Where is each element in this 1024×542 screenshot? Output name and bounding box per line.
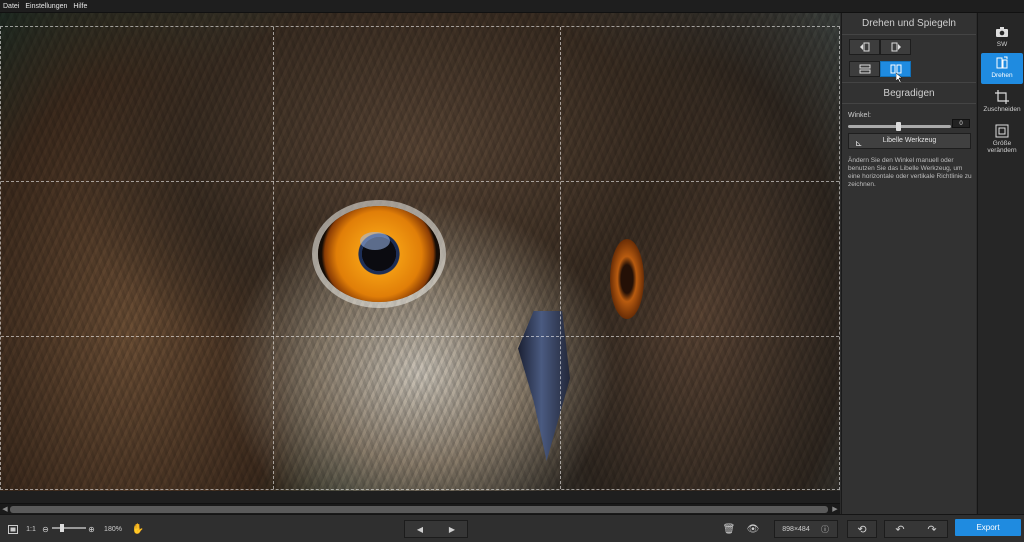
previous-image-icon[interactable]: ◀ — [412, 520, 428, 538]
tool-strip: SW Drehen Zuschneiden Größe verändern — [977, 13, 1024, 514]
menu-help[interactable]: Hilfe — [73, 3, 87, 10]
zoom-in-icon[interactable]: ⊕ — [87, 520, 96, 538]
owl-photo[interactable] — [0, 13, 840, 491]
fit-screen-button[interactable] — [6, 520, 20, 538]
angle-label: Winkel: — [848, 112, 871, 119]
mouse-cursor-icon — [896, 73, 903, 83]
menu-bar: Datei Einstellungen Hilfe — [0, 0, 1024, 13]
rotate-right-button[interactable] — [880, 39, 911, 55]
tool-resize[interactable]: Größe verändern — [981, 123, 1023, 159]
tool-bw-label: SW — [996, 41, 1008, 48]
fit-screen-icon — [8, 524, 18, 534]
next-image-icon[interactable]: ▶ — [444, 520, 460, 538]
tool-crop[interactable]: Zuschneiden — [981, 89, 1023, 119]
crop-icon — [995, 90, 1009, 104]
scroll-thumb[interactable] — [10, 506, 828, 513]
flip-vertical-button[interactable] — [849, 61, 880, 77]
export-button[interactable]: Export — [955, 519, 1021, 536]
straighten-title: Begradigen — [842, 82, 976, 104]
tool-bw[interactable]: SW — [981, 23, 1023, 51]
angle-value-field[interactable]: 0 — [952, 119, 970, 128]
owl-eye — [318, 206, 440, 302]
level-tool-label: Libelle Werkzeug — [882, 137, 937, 144]
tool-rotate[interactable]: Drehen — [981, 53, 1023, 84]
redo-icon[interactable]: ↷ — [924, 520, 940, 538]
owl-eye-far — [610, 239, 644, 319]
scroll-left-arrow-icon[interactable]: ◀ — [1, 505, 9, 514]
info-icon[interactable]: ⓘ — [819, 520, 831, 538]
level-tool-button[interactable]: ⊾ Libelle Werkzeug — [848, 133, 971, 149]
eye-preview-icon[interactable]: 👁 — [745, 520, 761, 538]
rotate-left-button[interactable] — [849, 39, 880, 55]
menu-settings[interactable]: Einstellungen — [25, 3, 67, 10]
rotate-left-icon — [859, 42, 869, 52]
bottom-toolbar: 1:1 ⊖ ⊕ 180% ✋ ◀ ▶ 🗑 👁 898×484 ⓘ ⟲ ↶ ↷ E… — [0, 514, 1024, 542]
scroll-right-arrow-icon[interactable]: ▶ — [831, 505, 839, 514]
image-dimensions: 898×484 — [782, 525, 810, 533]
zoom-out-icon[interactable]: ⊖ — [41, 520, 50, 538]
flip-vertical-icon — [859, 64, 870, 74]
tool-rotate-label: Drehen — [991, 72, 1013, 79]
resize-icon — [995, 124, 1009, 138]
zoom-slider-track[interactable] — [52, 527, 86, 529]
straighten-description: Ändern Sie den Winkel manuell oder benut… — [848, 157, 972, 188]
tool-resize-label: Größe verändern — [987, 140, 1017, 154]
rotate-right-icon — [891, 42, 901, 52]
reset-sync-icon[interactable]: ⟲ — [853, 520, 871, 538]
settings-panel: Drehen und Spiegeln Begradigen Winkel: 0… — [841, 13, 976, 514]
level-tool-icon: ⊾ — [855, 138, 863, 148]
trash-icon[interactable]: 🗑 — [722, 520, 736, 538]
menu-file[interactable]: Datei — [3, 3, 19, 10]
zoom-slider-knob[interactable] — [60, 524, 64, 532]
undo-icon[interactable]: ↶ — [892, 520, 908, 538]
tool-crop-label: Zuschneiden — [983, 106, 1021, 113]
angle-slider[interactable] — [848, 122, 953, 131]
hand-tool-icon[interactable]: ✋ — [131, 520, 145, 538]
rotate-flip-title: Drehen und Spiegeln — [842, 13, 976, 35]
camera-icon — [996, 27, 1008, 37]
rotate-tool-icon — [996, 56, 1008, 69]
angle-slider-knob[interactable] — [896, 122, 901, 131]
zoom-percent: 180% — [104, 525, 122, 533]
horizontal-scrollbar[interactable]: ◀ ▶ — [0, 503, 840, 514]
zoom-1to1-button[interactable]: 1:1 — [24, 520, 38, 538]
